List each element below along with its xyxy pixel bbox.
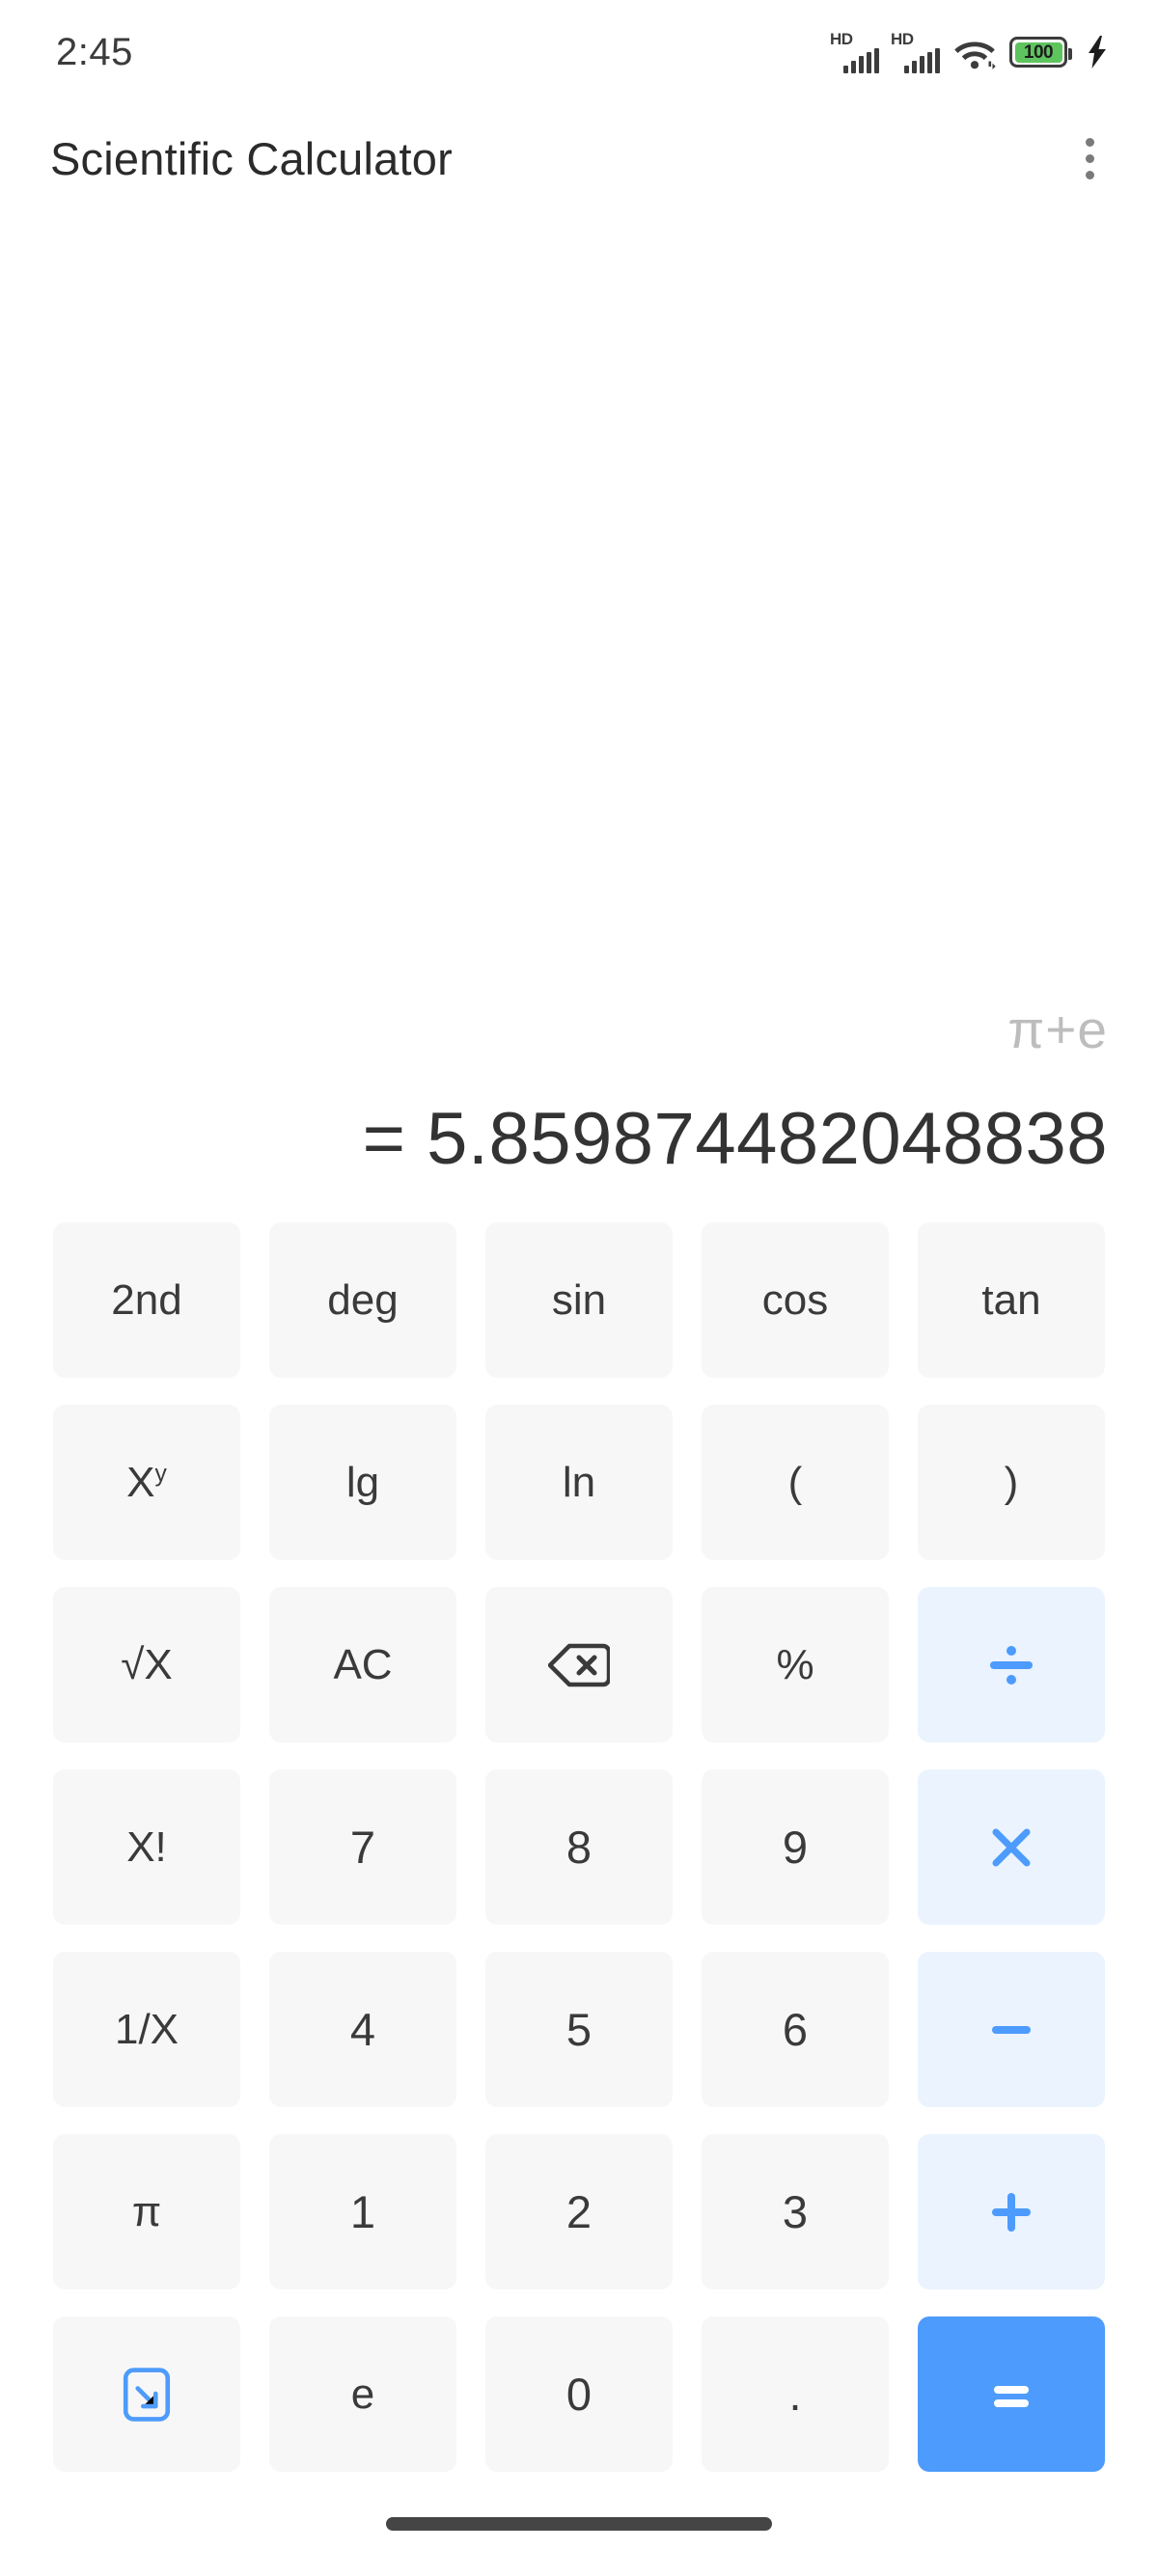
key-pi[interactable]: π [53, 2134, 240, 2289]
equals-icon [994, 2385, 1029, 2407]
key-decimal[interactable]: . [702, 2316, 889, 2472]
signal-strength-icon-1: HD [830, 30, 879, 73]
plus-icon [992, 2192, 1031, 2232]
key-1-label: 1 [349, 2186, 376, 2237]
key-ln[interactable]: ln [485, 1405, 673, 1560]
key-2-label: 2 [565, 2186, 593, 2237]
key-deg-label: deg [327, 1275, 399, 1324]
key-5[interactable]: 5 [485, 1952, 673, 2107]
page-title: Scientific Calculator [50, 132, 453, 184]
key-sqrt[interactable]: √X [53, 1587, 240, 1742]
key-power-label: Xy [126, 1458, 167, 1506]
kebab-dot [1086, 137, 1094, 147]
signal-bars-1 [843, 48, 879, 73]
key-3-label: 3 [782, 2186, 809, 2237]
key-reciprocal-label: 1/X [114, 2005, 179, 2053]
key-add[interactable] [918, 2134, 1105, 2289]
phone-screen: 2:45 HD HD 100 Scientific Calculator π+e… [0, 0, 1158, 2576]
key-collapse-keypad[interactable] [53, 2316, 240, 2472]
key-8[interactable]: 8 [485, 1769, 673, 1925]
key-cos[interactable]: cos [702, 1222, 889, 1378]
key-decimal-label: . [788, 2369, 802, 2420]
more-vertical-icon[interactable] [1076, 128, 1104, 189]
key-0-label: 0 [565, 2369, 593, 2420]
key-sin-label: sin [551, 1275, 607, 1324]
key-ln-label: ln [562, 1458, 596, 1506]
minus-icon [992, 2025, 1031, 2034]
key-2[interactable]: 2 [485, 2134, 673, 2289]
keypad-grid: 2nd deg sin cos tan Xy lg ln () √X AC% X! 7 8 9 1/X 4 5 6 π… [0, 1222, 1158, 2472]
key-power[interactable]: Xy [53, 1405, 240, 1560]
key-factorial-label: X! [126, 1822, 167, 1871]
key-4-label: 4 [349, 2004, 376, 2055]
key-7[interactable]: 7 [269, 1769, 456, 1925]
key-close-paren-label: ) [1004, 1458, 1019, 1506]
key-9[interactable]: 9 [702, 1769, 889, 1925]
key-5-label: 5 [565, 2004, 593, 2055]
key-second-label: 2nd [111, 1275, 182, 1324]
key-open-paren-label: ( [787, 1458, 803, 1506]
key-log10-label: lg [345, 1458, 380, 1506]
signal-strength-icon-2: HD [891, 30, 940, 73]
key-open-paren[interactable]: ( [702, 1405, 889, 1560]
signal-bars-2 [904, 48, 940, 73]
key-0[interactable]: 0 [485, 2316, 673, 2472]
multiply-icon [992, 1828, 1031, 1866]
key-all-clear[interactable]: AC [269, 1587, 456, 1742]
system-nav-bar [0, 2472, 1158, 2576]
key-subtract[interactable] [918, 1952, 1105, 2107]
key-sqrt-label: √X [121, 1640, 173, 1688]
key-deg[interactable]: deg [269, 1222, 456, 1378]
hd-label-1: HD [830, 30, 853, 48]
key-percent-label: % [776, 1640, 814, 1688]
home-gesture-pill[interactable] [386, 2517, 772, 2531]
wifi-icon [954, 41, 996, 69]
key-tan-label: tan [981, 1275, 1041, 1324]
key-factorial[interactable]: X! [53, 1769, 240, 1925]
key-equals[interactable] [918, 2316, 1105, 2472]
lightning-bolt-icon [1089, 36, 1106, 69]
key-sin[interactable]: sin [485, 1222, 673, 1378]
hd-label-2: HD [891, 30, 914, 48]
kebab-dot [1086, 170, 1094, 179]
key-pi-label: π [131, 2187, 162, 2235]
key-7-label: 7 [349, 1822, 376, 1873]
key-cos-label: cos [761, 1275, 829, 1324]
battery-terminal [1068, 48, 1072, 60]
key-close-paren[interactable]: ) [918, 1405, 1105, 1560]
key-8-label: 8 [565, 1822, 593, 1873]
kebab-dot [1086, 153, 1094, 163]
result-text: = 5.859874482048838 [362, 1098, 1108, 1180]
key-9-label: 9 [782, 1822, 809, 1873]
key-6-label: 6 [782, 2004, 809, 2055]
key-second[interactable]: 2nd [53, 1222, 240, 1378]
collapse-keypad-icon [123, 2367, 171, 2422]
key-6[interactable]: 6 [702, 1952, 889, 2107]
key-euler[interactable]: e [269, 2316, 456, 2472]
battery-percent-label: 100 [1023, 41, 1054, 63]
key-1[interactable]: 1 [269, 2134, 456, 2289]
status-icon-group: HD HD 100 [830, 30, 1108, 73]
status-bar: 2:45 HD HD 100 [0, 0, 1158, 104]
battery-icon: 100 [1009, 37, 1072, 68]
key-all-clear-label: AC [333, 1640, 393, 1688]
status-clock: 2:45 [56, 30, 133, 73]
app-bar: Scientific Calculator [0, 104, 1158, 212]
key-percent[interactable]: % [702, 1587, 889, 1742]
key-log10[interactable]: lg [269, 1405, 456, 1560]
key-tan[interactable]: tan [918, 1222, 1105, 1378]
calculator-display[interactable]: π+e = 5.859874482048838 [0, 212, 1158, 1222]
key-multiply[interactable] [918, 1769, 1105, 1925]
key-4[interactable]: 4 [269, 1952, 456, 2107]
backspace-icon [548, 1643, 610, 1686]
key-divide[interactable] [918, 1587, 1105, 1742]
key-euler-label: e [350, 2370, 375, 2418]
key-3[interactable]: 3 [702, 2134, 889, 2289]
key-power-exponent: y [154, 1460, 167, 1487]
key-backspace[interactable] [485, 1587, 673, 1742]
divide-icon [990, 1645, 1033, 1685]
expression-text: π+e [1007, 1000, 1108, 1059]
key-reciprocal[interactable]: 1/X [53, 1952, 240, 2107]
